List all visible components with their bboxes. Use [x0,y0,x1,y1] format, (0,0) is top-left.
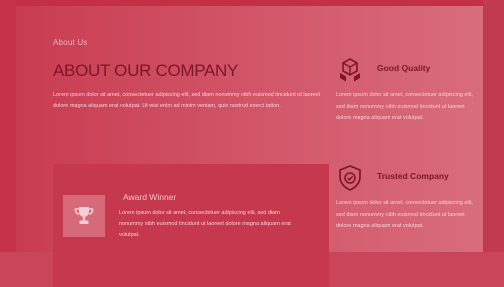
right-edge-strip [483,0,504,252]
shield-check-icon [336,164,364,192]
top-edge [0,0,504,6]
award-description: Lorem ipsum dolor sit amet, consectetuer… [119,210,291,238]
feature-title: Good Quality [377,63,431,73]
quality-cubes-icon [336,56,364,84]
about-description: Lorem ipsum dolor sit amet, consectetuer… [53,92,321,109]
feature-title: Trusted Company [377,171,449,181]
award-card: Award Winner Lorem ipsum dolor sit amet,… [53,164,329,287]
feature-description: Lorem ipsum dolor sit amet, consectetuer… [336,92,473,121]
left-edge [0,0,16,287]
section-eyebrow: About Us [53,38,88,47]
feature-description: Lorem ipsum dolor sit amet, consectetuer… [336,200,473,229]
about-section: About Us ABOUT OUR COMPANY Lorem ipsum d… [53,38,323,112]
about-page: About Us ABOUT OUR COMPANY Lorem ipsum d… [0,0,504,287]
award-title: Award Winner [123,192,177,202]
page-title: ABOUT OUR COMPANY [53,61,239,80]
trophy-icon [63,195,105,237]
